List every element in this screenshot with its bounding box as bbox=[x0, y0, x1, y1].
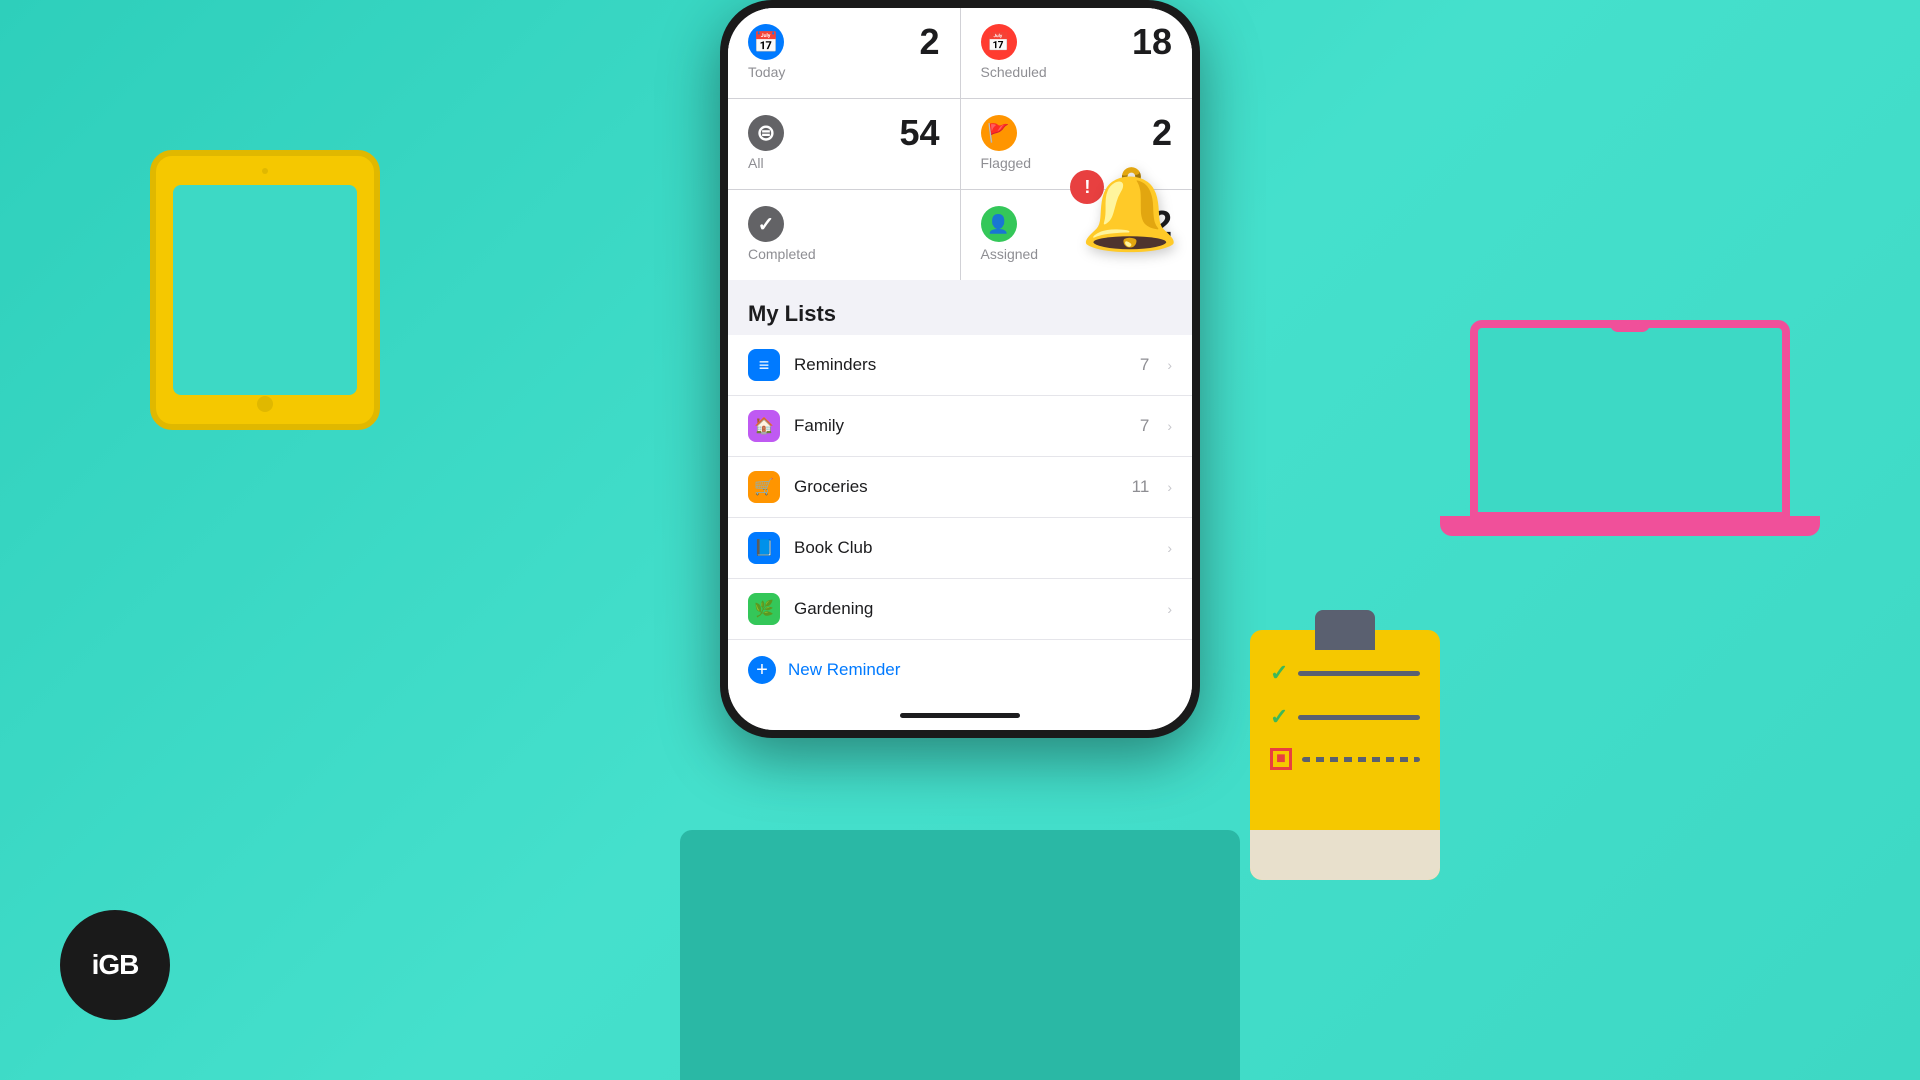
smart-card-all[interactable]: ⊜ 54 All bbox=[728, 99, 960, 189]
family-chevron: › bbox=[1167, 418, 1172, 434]
assigned-icon: 👤 bbox=[981, 206, 1017, 242]
new-reminder-row[interactable]: + New Reminder bbox=[728, 639, 1192, 700]
family-icon: 🏠 bbox=[748, 410, 780, 442]
line-3 bbox=[1302, 757, 1420, 762]
my-lists-header: My Lists bbox=[728, 281, 1192, 335]
clipboard-bottom bbox=[1250, 830, 1440, 880]
clipboard-row-3: ■ bbox=[1270, 748, 1420, 770]
laptop-notch bbox=[1610, 324, 1650, 332]
clipboard-row-1: ✓ bbox=[1270, 660, 1420, 686]
groceries-name: Groceries bbox=[794, 477, 1118, 497]
reminders-icon: ≡ bbox=[748, 349, 780, 381]
today-count: 2 bbox=[919, 24, 939, 60]
list-items: ≡ Reminders 7 › 🏠 Family 7 › 🛒 bbox=[728, 335, 1192, 639]
tablet-left bbox=[150, 150, 380, 430]
book-club-chevron: › bbox=[1167, 540, 1172, 556]
gardening-name: Gardening bbox=[794, 599, 1135, 619]
scheduled-count: 18 bbox=[1132, 24, 1172, 60]
home-bar bbox=[900, 713, 1020, 718]
book-club-name: Book Club bbox=[794, 538, 1135, 558]
family-name: Family bbox=[794, 416, 1126, 436]
laptop-right bbox=[1440, 320, 1820, 580]
today-label: Today bbox=[748, 64, 940, 80]
iphone-container: 📅 2 Today 📅 18 Scheduled bbox=[720, 0, 1200, 738]
reminders-count: 7 bbox=[1140, 355, 1149, 375]
smart-card-today-header: 📅 2 bbox=[748, 24, 940, 60]
groceries-count: 11 bbox=[1132, 477, 1150, 497]
phone-content: 📅 2 Today 📅 18 Scheduled bbox=[728, 8, 1192, 730]
bell-icon: 🔔 bbox=[1080, 170, 1180, 250]
tablet-home-button bbox=[257, 396, 273, 412]
tablet-body bbox=[150, 150, 380, 430]
completed-icon: ✓ bbox=[748, 206, 784, 242]
tablet-camera bbox=[262, 168, 268, 174]
tablet-screen bbox=[173, 185, 356, 394]
smart-card-completed[interactable]: ✓ Completed bbox=[728, 190, 960, 280]
gardening-icon: 🌿 bbox=[748, 593, 780, 625]
gardening-chevron: › bbox=[1167, 601, 1172, 617]
completed-label: Completed bbox=[748, 246, 940, 262]
phone-frame: 📅 2 Today 📅 18 Scheduled bbox=[720, 0, 1200, 738]
line-1 bbox=[1298, 671, 1420, 676]
home-indicator bbox=[728, 700, 1192, 730]
smart-card-scheduled-header: 📅 18 bbox=[981, 24, 1173, 60]
phone-screen: 📅 2 Today 📅 18 Scheduled bbox=[728, 8, 1192, 730]
clipboard-body: ✓ ✓ ■ bbox=[1250, 630, 1440, 880]
smart-card-completed-header: ✓ bbox=[748, 206, 940, 242]
clipboard-row-2: ✓ bbox=[1270, 704, 1420, 730]
list-item-family[interactable]: 🏠 Family 7 › bbox=[728, 396, 1192, 457]
smart-card-all-header: ⊜ 54 bbox=[748, 115, 940, 151]
new-reminder-text: New Reminder bbox=[788, 660, 900, 680]
check-icon-2: ✓ bbox=[1270, 704, 1288, 730]
groceries-chevron: › bbox=[1167, 479, 1172, 495]
smart-card-flagged-header: 🚩 2 bbox=[981, 115, 1173, 151]
new-reminder-plus-icon: + bbox=[748, 656, 776, 684]
clipboard: ✓ ✓ ■ bbox=[1250, 630, 1440, 880]
scheduled-icon: 📅 bbox=[981, 24, 1017, 60]
flagged-icon: 🚩 bbox=[981, 115, 1017, 151]
clipboard-clip bbox=[1315, 610, 1375, 650]
igb-logo: iGB bbox=[60, 910, 170, 1020]
pedestal bbox=[680, 830, 1240, 1080]
smart-card-scheduled[interactable]: 📅 18 Scheduled bbox=[961, 8, 1193, 98]
all-icon: ⊜ bbox=[748, 115, 784, 151]
check-icon-1: ✓ bbox=[1270, 660, 1288, 686]
reminders-name: Reminders bbox=[794, 355, 1126, 375]
scheduled-label: Scheduled bbox=[981, 64, 1173, 80]
family-count: 7 bbox=[1140, 416, 1149, 436]
list-item-book-club[interactable]: 📘 Book Club › bbox=[728, 518, 1192, 579]
line-2 bbox=[1298, 715, 1420, 720]
today-icon: 📅 bbox=[748, 24, 784, 60]
laptop-screen bbox=[1470, 320, 1790, 520]
groceries-icon: 🛒 bbox=[748, 471, 780, 503]
list-item-gardening[interactable]: 🌿 Gardening › bbox=[728, 579, 1192, 639]
reminders-chevron: › bbox=[1167, 357, 1172, 373]
all-count: 54 bbox=[899, 115, 939, 151]
all-label: All bbox=[748, 155, 940, 171]
smart-card-today[interactable]: 📅 2 Today bbox=[728, 8, 960, 98]
notification-bell: ! 🔔 bbox=[1080, 170, 1180, 250]
list-item-groceries[interactable]: 🛒 Groceries 11 › bbox=[728, 457, 1192, 518]
flagged-count: 2 bbox=[1152, 115, 1172, 151]
list-item-reminders[interactable]: ≡ Reminders 7 › bbox=[728, 335, 1192, 396]
book-club-icon: 📘 bbox=[748, 532, 780, 564]
check-icon-3: ■ bbox=[1270, 748, 1292, 770]
